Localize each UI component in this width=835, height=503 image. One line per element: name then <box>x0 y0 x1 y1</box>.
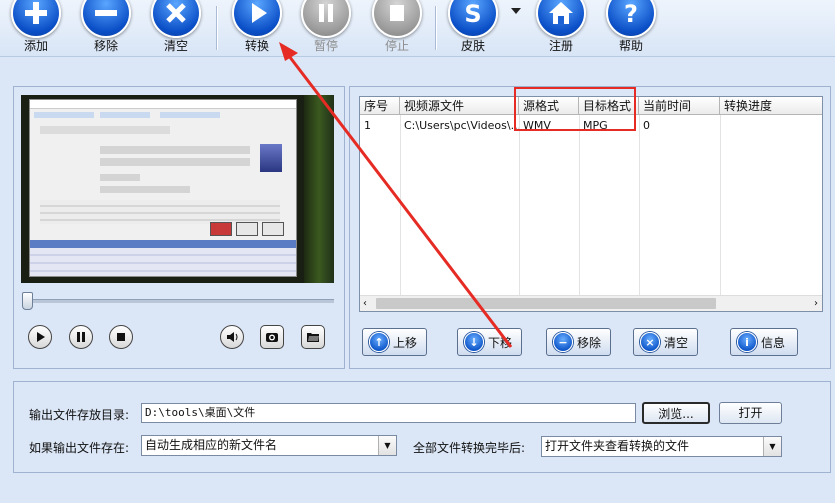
arrow-annotation-icon <box>279 42 513 348</box>
